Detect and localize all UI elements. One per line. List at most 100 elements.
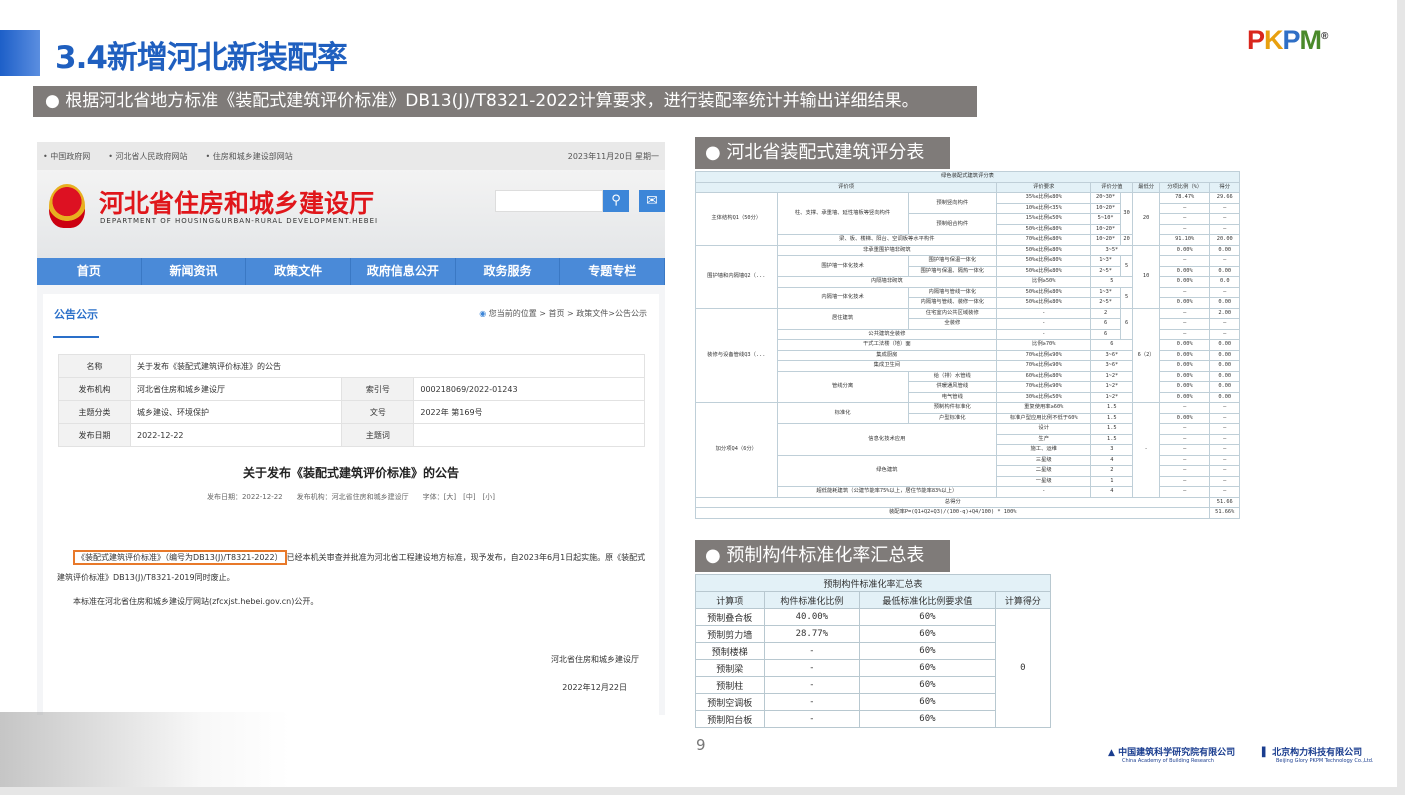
table-cell: 0.00% bbox=[1158, 349, 1211, 361]
table-cell: 29.66 bbox=[1209, 192, 1240, 204]
table-cell: 0.00 bbox=[1209, 381, 1240, 393]
table-cell: 三星级 bbox=[996, 454, 1092, 466]
table-cell: - bbox=[996, 318, 1092, 330]
table-cell: 给（排）水管线 bbox=[907, 370, 998, 382]
table-cell: — bbox=[1209, 465, 1240, 477]
table-cell: 预制竖向构件 bbox=[907, 192, 998, 214]
table-row: 围护墙和内隔墙Q2（... 非承重围护墙非砌筑 50%≤比例≤80% 3~5* 10 0.… bbox=[695, 244, 1240, 309]
table-cell: 围护墙和内隔墙Q2（... bbox=[695, 244, 778, 309]
table-cell: 预制叠合板 bbox=[695, 608, 765, 626]
table-cell: 0.00% bbox=[1158, 339, 1211, 351]
table-cell: 5 bbox=[1119, 286, 1134, 309]
nav-item[interactable]: 政府信息公开 bbox=[351, 258, 456, 285]
table-cell: 6 bbox=[1090, 339, 1134, 351]
table-cell: 20 bbox=[1132, 192, 1160, 246]
table-cell: 20 bbox=[1119, 234, 1134, 246]
table-cell: 60% bbox=[859, 659, 996, 677]
table-cell: — bbox=[1158, 286, 1211, 298]
table-cell: — bbox=[1209, 255, 1240, 267]
tab-announcements[interactable]: 公告公示 bbox=[53, 306, 99, 338]
table-cell: 60%≤比例≤80% bbox=[996, 370, 1092, 382]
table-cell: 60% bbox=[859, 608, 996, 626]
top-link[interactable]: • 河北省人民政府网站 bbox=[108, 151, 187, 162]
table-cell: 设计 bbox=[996, 423, 1092, 435]
table-cell: 2~5* bbox=[1090, 297, 1121, 309]
highlight-box: 《装配式建筑评价标准》（编号为DB13(J)/T8321-2022） bbox=[73, 550, 287, 565]
table-cell: 0.0 bbox=[1209, 276, 1240, 288]
score-cell: 0 bbox=[994, 608, 1052, 728]
signature: 河北省住房和城乡建设厅 bbox=[551, 655, 639, 664]
table-row: 主体结构Q1（50分） 柱、支撑、承重墙、延性墙板等竖向构件 预制竖向构件 35%≤比… bbox=[695, 192, 1240, 246]
table-cell: 6 bbox=[1119, 307, 1134, 340]
article-paragraph: 本标准在河北省住房和城乡建设厅网站(zfcxjst.hebei.gov.cn)公… bbox=[73, 597, 319, 606]
site-name: 河北省住房和城乡建设厅 bbox=[99, 189, 375, 218]
table-cell: 2.00 bbox=[1209, 307, 1240, 319]
breadcrumb: ◉ 您当前的位置 > 首页 > 政策文件>公告公示 bbox=[479, 309, 647, 318]
table-cell: 1~2* bbox=[1090, 370, 1134, 382]
table-cell: 6 bbox=[1090, 328, 1121, 340]
table-cell: 50%<比例≤80% bbox=[996, 223, 1092, 235]
table-cell: 1~3* bbox=[1090, 255, 1121, 267]
table-row: 加分项Q4（6分） 标准化 预制构件标准化 重复使用率≥60% 1.5- — — bbox=[695, 402, 1240, 498]
table-cell: 围护墙与保温一体化 bbox=[907, 255, 998, 267]
table-cell: 10~20* bbox=[1090, 223, 1121, 235]
table-cell: 预制构件标准化 bbox=[907, 402, 998, 414]
table-cell: 60% bbox=[859, 625, 996, 643]
table-cell: — bbox=[1158, 454, 1211, 466]
nav-item[interactable]: 专题专栏 bbox=[560, 258, 665, 285]
table-cell: 20.00 bbox=[1209, 234, 1240, 246]
nav-item[interactable]: 新闻资讯 bbox=[142, 258, 247, 285]
table-cell: 35%≤比例≤80% bbox=[996, 192, 1092, 204]
table-cell: 70%≤比例≤80% bbox=[996, 234, 1092, 246]
content-panel: 公告公示 ◉ 您当前的位置 > 首页 > 政策文件>公告公示 名称 关于发布《装配… bbox=[43, 294, 659, 715]
article-title: 关于发布《装配式建筑评价标准》的公告 bbox=[242, 466, 459, 480]
table-cell: — bbox=[1209, 202, 1240, 214]
table-cell: 预制楼梯 bbox=[695, 642, 765, 660]
table-cell: — bbox=[1209, 433, 1240, 445]
table-cell: 10~20* bbox=[1090, 202, 1121, 214]
top-link[interactable]: • 中国政府网 bbox=[43, 151, 90, 162]
table-cell: 3~6* bbox=[1090, 360, 1134, 372]
table-cell: 0.00 bbox=[1209, 370, 1240, 382]
top-link[interactable]: • 住房和城乡建设部网站 bbox=[206, 151, 293, 162]
cabr-logo: ▲ 中国建筑科学研究院有限公司 China Academy of Building… bbox=[1108, 748, 1236, 764]
table-cell: — bbox=[1158, 486, 1211, 498]
table-cell: 91.10% bbox=[1158, 234, 1211, 246]
info-table: 名称 关于发布《装配式建筑评价标准》的公告 发布机构 河北省住房和城乡建设厅 索引号 0… bbox=[58, 354, 645, 447]
table-cell: — bbox=[1158, 465, 1211, 477]
location-icon: ◉ bbox=[479, 309, 489, 318]
table-cell: 0.00% bbox=[1158, 265, 1211, 277]
nav-item[interactable]: 首页 bbox=[37, 258, 142, 285]
table-cell: 0.00% bbox=[1158, 391, 1211, 403]
table-cell: 0.00% bbox=[1158, 360, 1211, 372]
table-cell: 5 bbox=[1090, 276, 1134, 288]
table-cell: 比例≥70% bbox=[996, 339, 1092, 351]
table-cell: - bbox=[763, 710, 861, 728]
slide-title: 3.4新增河北新装配率 bbox=[55, 40, 348, 76]
table-cell: 住宅室内公共区域装修 bbox=[907, 307, 998, 319]
table-cell: 绿色建筑 bbox=[776, 454, 998, 487]
table-cell: 电气管线 bbox=[907, 391, 998, 403]
search-icon[interactable]: ⚲ bbox=[603, 190, 629, 212]
article-meta: 发布日期：2022-12-22 发布机构：河北省住房和城乡建设厅 字体：[大] … bbox=[206, 493, 496, 501]
table-cell: 梁、板、楼梯、阳台、空调板等水平构件 bbox=[776, 234, 998, 246]
table-cell: 6 bbox=[1090, 318, 1121, 330]
table-cell: 3~5* bbox=[1090, 244, 1134, 256]
table-cell: 1.5 bbox=[1090, 402, 1134, 414]
nav-item[interactable]: 政务服务 bbox=[456, 258, 561, 285]
search-input[interactable] bbox=[495, 190, 603, 212]
table-cell: - bbox=[996, 307, 1092, 319]
nav-item[interactable]: 政策文件 bbox=[246, 258, 352, 285]
table-row: 装修与设备管线Q3（... 居住建筑 住宅室内公共区域装修 -2 6 6（2） —2.00 bbox=[695, 307, 1240, 403]
table-cell: 0.00 bbox=[1209, 349, 1240, 361]
table-cell: — bbox=[1158, 202, 1211, 214]
score-table: 绿色装配式建筑评分表 评价项 评价要求 评价分值 最低分 分项比例（%） 得分 主体结构Q1（… bbox=[694, 171, 1240, 519]
mail-icon[interactable]: ✉ bbox=[639, 190, 665, 212]
table-cell: 28.77% bbox=[763, 625, 861, 643]
site-topbar: • 中国政府网 • 河北省人民政府网站 • 住房和城乡建设部网站 2023年11… bbox=[37, 142, 665, 170]
table-cell: — bbox=[1209, 213, 1240, 225]
table-cell: 管线分离 bbox=[776, 370, 909, 403]
table-cell: — bbox=[1158, 307, 1211, 319]
table-cell: — bbox=[1209, 318, 1240, 330]
table-cell: - bbox=[996, 328, 1092, 340]
